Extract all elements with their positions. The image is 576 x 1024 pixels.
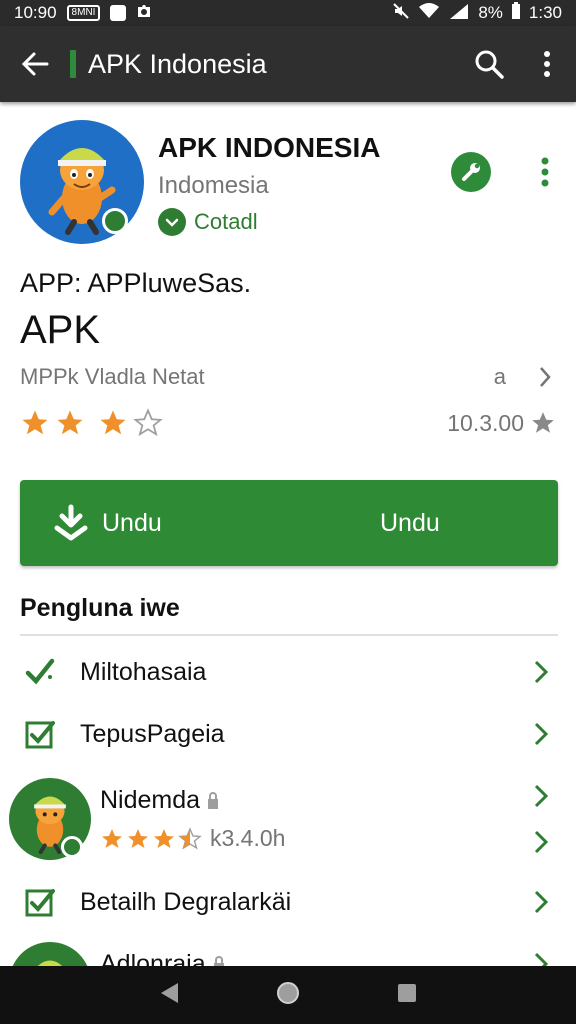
- list-item-label: TepusPageia: [80, 719, 225, 748]
- star-full-icon: [22, 410, 48, 435]
- search-button[interactable]: [460, 26, 518, 102]
- list-item-app[interactable]: Adlonraia: [0, 938, 576, 966]
- camera-icon: [136, 3, 152, 24]
- triangle-back-icon: [160, 982, 178, 1003]
- list-item-label: Miltohasaia: [80, 657, 207, 686]
- list-item-title: Nidemda: [100, 786, 201, 814]
- list-item[interactable]: Miltohasaia: [0, 648, 576, 696]
- app-toolbar: APK Indonesia: [0, 26, 576, 102]
- status-time-left: 10:90: [14, 3, 57, 22]
- app-meta-mid: a: [493, 364, 506, 389]
- star-full-icon: [100, 410, 126, 435]
- download-button[interactable]: Undu Undu: [20, 480, 558, 566]
- nav-back-button[interactable]: [158, 981, 180, 1010]
- more-vertical-icon: [544, 51, 550, 77]
- chevron-right-icon: [526, 890, 556, 914]
- mascot-icon: [37, 960, 63, 966]
- app-name: APK INDONESIA: [158, 132, 381, 163]
- app-developer: Indomesia: [158, 172, 269, 199]
- list-item-app[interactable]: Nidemda k3.4.0h: [0, 774, 576, 864]
- chevron-right-icon: [526, 660, 556, 684]
- square-recents-icon: [398, 983, 417, 1002]
- mute-icon: [392, 2, 410, 25]
- status-box-icon: 8MNI: [66, 5, 101, 21]
- verified-label: Cotadl: [194, 209, 258, 234]
- nav-home-button[interactable]: [275, 980, 301, 1011]
- check-circle-icon: [158, 208, 186, 236]
- lock-icon: [213, 955, 224, 966]
- app-avatar: [20, 120, 144, 244]
- list-item[interactable]: TepusPageia: [0, 710, 576, 758]
- verified-row: Cotadl: [158, 208, 258, 236]
- download-badge-icon: [61, 836, 83, 858]
- app-avatar-small: [9, 942, 91, 966]
- app-avatar-small: [9, 778, 91, 860]
- download-icon: [48, 504, 94, 542]
- star-empty-icon: [133, 408, 163, 437]
- system-nav-bar: [0, 966, 576, 1024]
- list-item[interactable]: Betailh Degralarkäi: [0, 878, 576, 926]
- app-meta-row[interactable]: MPPk Vladla Netat a: [20, 364, 556, 390]
- star-full-icon: [102, 828, 122, 848]
- wifi-icon: [418, 2, 440, 25]
- search-icon: [475, 50, 504, 79]
- star-full-icon: [128, 828, 148, 848]
- list-item-rating: k3.4.0h: [100, 825, 285, 852]
- status-time-right: 1:30: [528, 3, 562, 22]
- star-half-icon: [178, 826, 202, 850]
- download-label: Undu: [102, 508, 162, 537]
- lock-icon: [208, 791, 219, 809]
- more-vertical-icon: [541, 157, 549, 187]
- arrow-left-icon: [21, 52, 49, 76]
- app-meta-text: MPPk Vladla Netat: [20, 364, 205, 389]
- star-grey-icon: [532, 412, 554, 433]
- tools-button[interactable]: [451, 152, 491, 192]
- back-button[interactable]: [0, 26, 70, 102]
- wrench-icon: [462, 163, 480, 181]
- app-label-line: APP: APPluweSas.: [20, 268, 252, 298]
- rating-row: 10.3.00: [20, 408, 556, 438]
- title-accent-bar: [70, 50, 76, 78]
- checkbox-checked-icon: [0, 885, 80, 919]
- battery-text: 8%: [478, 3, 503, 22]
- app-type-heading: APK: [20, 308, 101, 352]
- toolbar-title: APK Indonesia: [88, 48, 267, 79]
- rating-count: 10.3.00: [447, 409, 524, 436]
- star-full-icon: [154, 828, 174, 848]
- chevron-right-icon: [534, 830, 549, 854]
- star-rating: [20, 408, 163, 438]
- circle-home-icon: [276, 981, 299, 1004]
- section-title: Pengluna iwe: [20, 594, 180, 622]
- app-detail-content: APK INDONESIA Indomesia Cotadl APP: APPl…: [0, 102, 576, 966]
- nav-recents-button[interactable]: [396, 982, 418, 1009]
- chevron-right-icon: [540, 367, 551, 387]
- download-label-secondary: Undu: [380, 508, 440, 537]
- star-full-icon: [57, 410, 83, 435]
- app-options-button[interactable]: [530, 152, 560, 192]
- checkbox-checked-icon: [0, 717, 80, 751]
- chevron-right-icon: [526, 722, 556, 746]
- signal-icon: [448, 2, 470, 25]
- check-icon: [0, 655, 80, 689]
- verified-badge-icon: [102, 208, 128, 234]
- battery-icon: [511, 1, 521, 25]
- overflow-menu-button[interactable]: [518, 26, 576, 102]
- list-item-title: Adlonraia: [100, 950, 206, 966]
- section-divider: [20, 634, 558, 636]
- chevron-right-icon: [526, 952, 556, 966]
- status-bar: 10:90 8MNI 8% 1:30: [0, 0, 576, 26]
- chevron-right-icon: [534, 784, 549, 808]
- notification-icon: [110, 5, 127, 21]
- list-item-count: k3.4.0h: [210, 825, 286, 851]
- list-item-label: Betailh Degralarkäi: [80, 887, 292, 916]
